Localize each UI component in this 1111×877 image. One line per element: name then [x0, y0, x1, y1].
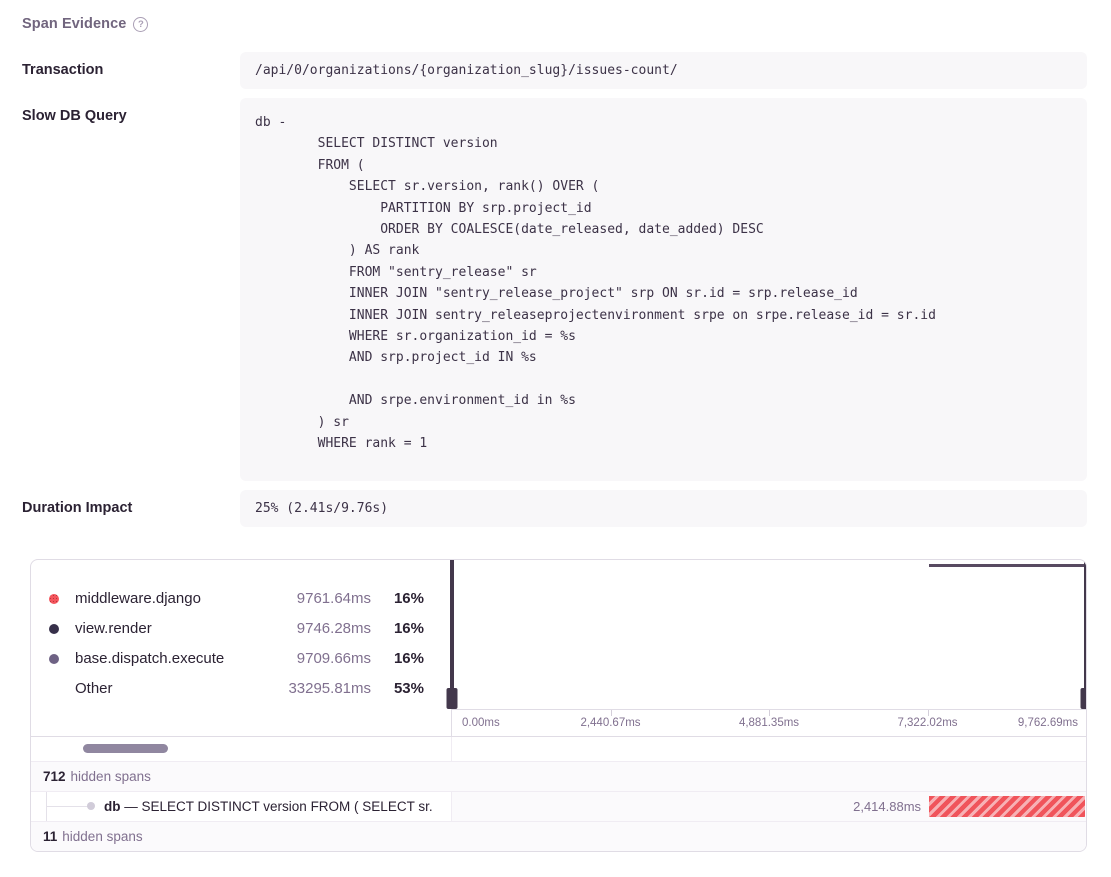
hidden-spans-row-top: 712 hidden spans: [31, 761, 1086, 791]
legend-name: Other: [75, 680, 288, 697]
duration-impact-value: 25% (2.41s/9.76s): [240, 490, 1087, 527]
slow-db-query-label: Slow DB Query: [22, 98, 240, 481]
slow-db-query-value: db - SELECT DISTINCT version FROM ( SELE…: [240, 98, 1087, 481]
span-description: db — SELECT DISTINCT version FROM ( SELE…: [104, 799, 433, 814]
legend-row-view-render: view.render 9746.28ms 16%: [49, 614, 424, 644]
scrollbar-row: [31, 736, 1086, 761]
axis-tick: [928, 710, 929, 716]
axis-tick: [611, 710, 612, 716]
panel-top: middleware.django 9761.64ms 16% view.ren…: [31, 560, 1086, 736]
base-dispatch-dot-icon: [49, 654, 59, 664]
legend-percent: 53%: [371, 680, 424, 697]
axis-label: 4,881.35ms: [739, 717, 799, 729]
hidden-spans-label: hidden spans: [62, 829, 142, 844]
tree-connector-line: [46, 806, 88, 807]
section-header: Span Evidence ?: [22, 16, 1087, 32]
span-tree-panel: middleware.django 9761.64ms 16% view.ren…: [30, 559, 1087, 852]
span-duration-bar: [929, 796, 1085, 817]
trace-minimap[interactable]: [452, 560, 1086, 709]
legend-row-base-dispatch: base.dispatch.execute 9709.66ms 16%: [49, 644, 424, 674]
span-desc: — SELECT DISTINCT version FROM ( SELECT …: [124, 799, 432, 814]
hidden-spans-row-bottom: 11 hidden spans: [31, 821, 1086, 851]
span-duration: 2,414.88ms: [853, 799, 921, 814]
legend-name: middleware.django: [75, 590, 297, 607]
legend-row-middleware: middleware.django 9761.64ms 16%: [49, 584, 424, 614]
middleware-django-dot-icon: [49, 594, 59, 604]
page-title: Span Evidence: [22, 16, 126, 32]
span-row-duration-cell: 2,414.88ms: [451, 792, 1086, 821]
legend-duration: 33295.81ms: [288, 680, 371, 697]
axis-tick: [769, 710, 770, 716]
hidden-spans-count: 11: [43, 829, 57, 844]
help-icon[interactable]: ?: [133, 17, 148, 32]
legend-percent: 16%: [371, 590, 424, 607]
legend-duration: 9761.64ms: [297, 590, 371, 607]
transaction-value: /api/0/organizations/{organization_slug}…: [240, 52, 1087, 89]
duration-impact-row: Duration Impact 25% (2.41s/9.76s): [22, 490, 1087, 527]
view-render-dot-icon: [49, 624, 59, 634]
hidden-spans-label: hidden spans: [71, 769, 151, 784]
legend-duration: 9746.28ms: [297, 620, 371, 637]
minimap-right-grip[interactable]: [1081, 688, 1088, 709]
legend-name: base.dispatch.execute: [75, 650, 297, 667]
axis-label: 7,322.02ms: [897, 717, 957, 729]
legend-duration: 9709.66ms: [297, 650, 371, 667]
tree-node-dot-icon: [87, 802, 95, 810]
minimap-left-handle[interactable]: [450, 560, 454, 709]
axis-label: 0.00ms: [462, 717, 500, 729]
minimap-span-line: [929, 564, 1087, 567]
scrollbar-row-right: [451, 737, 1086, 761]
span-row-db[interactable]: db — SELECT DISTINCT version FROM ( SELE…: [31, 791, 1086, 821]
axis-label: 2,440.67ms: [580, 717, 640, 729]
legend-row-other: Other 33295.81ms 53%: [49, 674, 424, 704]
hidden-spans-count: 712: [43, 769, 66, 784]
axis-label: 9,762.69ms: [1018, 717, 1078, 729]
legend-name: view.render: [75, 620, 297, 637]
minimap-column: 0.00ms 2,440.67ms 4,881.35ms 7,322.02ms …: [451, 560, 1086, 736]
duration-impact-label: Duration Impact: [22, 490, 240, 527]
minimap-right-handle[interactable]: [1084, 560, 1087, 709]
span-row-description-cell: db — SELECT DISTINCT version FROM ( SELE…: [31, 792, 451, 821]
sql-code-block: db - SELECT DISTINCT version FROM ( SELE…: [255, 112, 1071, 455]
ops-legend: middleware.django 9761.64ms 16% view.ren…: [31, 560, 451, 704]
horizontal-scrollbar-thumb[interactable]: [83, 744, 168, 753]
transaction-row: Transaction /api/0/organizations/{organi…: [22, 52, 1087, 89]
legend-percent: 16%: [371, 650, 424, 667]
transaction-label: Transaction: [22, 52, 240, 89]
minimap-left-grip[interactable]: [447, 688, 458, 709]
legend-column: middleware.django 9761.64ms 16% view.ren…: [31, 560, 451, 736]
legend-percent: 16%: [371, 620, 424, 637]
time-axis: 0.00ms 2,440.67ms 4,881.35ms 7,322.02ms …: [452, 709, 1086, 736]
slow-db-query-row: Slow DB Query db - SELECT DISTINCT versi…: [22, 98, 1087, 481]
span-op: db: [104, 799, 121, 814]
scrollbar-track: [31, 737, 451, 761]
